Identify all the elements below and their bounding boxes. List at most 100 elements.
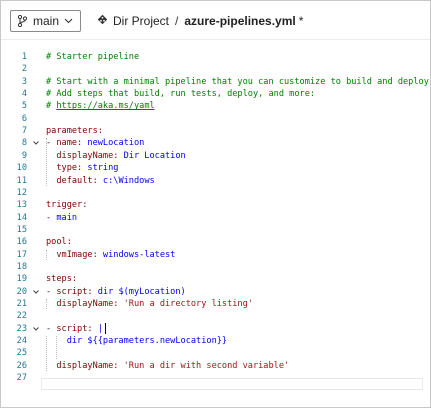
code-line[interactable]: 4 # Add steps that build, run tests, depl… <box>1 88 430 100</box>
code-text: - script: dir $(myLocation) <box>46 286 186 298</box>
code-line[interactable]: 2 <box>1 63 430 75</box>
line-number: 17 <box>16 249 27 260</box>
code-line[interactable]: 20 - script: dir $(myLocation) <box>1 286 430 298</box>
code-line[interactable]: 1 # Starter pipeline <box>1 51 430 63</box>
code-line[interactable]: 16 pool: <box>1 236 430 248</box>
repo-icon <box>97 14 108 28</box>
code-line[interactable]: 19 steps: <box>1 273 430 285</box>
line-number: 4 <box>21 89 27 100</box>
code-line[interactable]: 5 # https://aka.ms/yaml <box>1 100 430 112</box>
indent-guide <box>46 299 47 310</box>
code-text: pool: <box>46 236 72 248</box>
code-token: - <box>46 286 57 297</box>
line-number: 9 <box>21 150 27 161</box>
project-name[interactable]: Dir Project <box>113 14 169 28</box>
code-line[interactable]: 14 - main <box>1 212 430 224</box>
line-number: 18 <box>16 261 27 272</box>
code-editor[interactable]: 1 # Starter pipeline 2 3 # Start with a mini… <box>1 45 430 395</box>
code-token: c:\Windows <box>97 175 155 186</box>
code-text: # https://aka.ms/yaml <box>46 100 155 112</box>
code-token: displayName: <box>46 299 119 309</box>
code-token: trigger: <box>46 200 88 211</box>
code-text: displayName: Dir Location <box>46 150 186 162</box>
code-token: # <box>46 101 57 112</box>
code-token: 'Run a directory listing' <box>118 299 253 309</box>
code-token: main <box>56 212 78 223</box>
code-token: # Start with a minimal pipeline that you… <box>46 76 431 87</box>
code-token: # Add steps that build, run tests, deplo… <box>46 89 316 100</box>
line-number: 19 <box>16 274 27 285</box>
code-line[interactable]: 23 - script: | <box>1 323 430 335</box>
line-number: 15 <box>16 224 27 235</box>
line-number: 21 <box>16 299 27 309</box>
line-number: 11 <box>16 175 27 186</box>
code-token: type: <box>46 163 83 174</box>
code-line[interactable]: 8 - name: newLocation <box>1 137 430 149</box>
indent-guide <box>46 336 47 372</box>
code-token: string <box>82 163 119 174</box>
line-number: 3 <box>21 76 27 87</box>
file-name: azure-pipelines.yml <box>184 14 296 28</box>
line-number: 7 <box>21 126 27 137</box>
code-line[interactable]: 24 dir ${{parameters.newLocation}} <box>1 335 430 347</box>
code-line[interactable]: 25 <box>1 347 430 359</box>
code-token: default: <box>46 175 98 186</box>
code-token: windows-latest <box>97 249 176 260</box>
code-line[interactable]: 27 <box>1 372 430 384</box>
line-number: 10 <box>16 163 27 174</box>
code-text: displayName: 'Run a dir with second vari… <box>46 360 289 372</box>
code-text: steps: <box>46 273 77 285</box>
code-line[interactable]: 7 parameters: <box>1 125 430 137</box>
code-text: # Add steps that build, run tests, deplo… <box>46 88 315 100</box>
code-token: Dir Location <box>118 150 186 161</box>
indent-guide <box>46 249 47 260</box>
code-token: dir ${{parameters.newLocation}} <box>46 336 228 347</box>
fold-chevron-icon[interactable] <box>32 325 40 333</box>
code-line[interactable]: 10 type: string <box>1 162 430 174</box>
code-line[interactable]: 22 <box>1 310 430 322</box>
code-line[interactable]: 11 default: c:\Windows <box>1 175 430 187</box>
indent-guide <box>46 138 47 186</box>
breadcrumb: Dir Project / azure-pipelines.yml * <box>97 14 303 28</box>
code-text: default: c:\Windows <box>46 175 155 187</box>
code-line[interactable]: 18 <box>1 261 430 273</box>
code-token: dir $(myLocation) <box>92 286 186 297</box>
fold-chevron-icon[interactable] <box>32 288 40 296</box>
line-number: 27 <box>16 373 27 384</box>
code-token: name: <box>56 138 83 149</box>
code-line[interactable]: 3 # Start with a minimal pipeline that yo… <box>1 76 430 88</box>
code-line[interactable]: 6 <box>1 113 430 125</box>
code-text: trigger: <box>46 199 87 211</box>
code-token: - <box>46 323 57 334</box>
code-text: - script: | <box>46 323 103 335</box>
line-number: 23 <box>16 323 27 334</box>
code-text: parameters: <box>46 125 103 137</box>
code-line[interactable]: 13 trigger: <box>1 199 430 211</box>
code-line[interactable]: 9 displayName: Dir Location <box>1 150 430 162</box>
code-text: - main <box>46 212 77 224</box>
line-number: 12 <box>16 187 27 198</box>
fold-chevron-icon[interactable] <box>32 139 40 147</box>
code-line[interactable]: 26 displayName: 'Run a dir with second v… <box>1 360 430 372</box>
line-number: 5 <box>21 101 27 112</box>
line-number: 22 <box>16 311 27 322</box>
code-line[interactable]: 12 <box>1 187 430 199</box>
code-line[interactable]: 21 displayName: 'Run a directory listing… <box>1 298 430 310</box>
line-number: 6 <box>21 113 27 124</box>
code-token: displayName: <box>46 150 119 161</box>
branch-icon <box>17 15 27 27</box>
code-line[interactable]: 17 vmImage: windows-latest <box>1 249 430 261</box>
branch-label: main <box>33 14 60 28</box>
code-text: type: string <box>46 162 118 174</box>
line-number: 20 <box>16 286 27 297</box>
code-text: dir ${{parameters.newLocation}} <box>46 335 227 347</box>
indent-guide <box>56 336 57 359</box>
branch-selector[interactable]: main <box>10 10 82 32</box>
code-line[interactable]: 15 <box>1 224 430 236</box>
code-token: steps: <box>46 274 78 285</box>
file-header: main Dir Project / azure-pipelines.yml * <box>1 1 430 40</box>
code-token: newLocation <box>82 138 145 149</box>
editor-window: main Dir Project / azure-pipelines.yml *… <box>0 0 431 408</box>
modified-indicator: * <box>298 14 304 28</box>
code-token: | <box>92 323 103 334</box>
